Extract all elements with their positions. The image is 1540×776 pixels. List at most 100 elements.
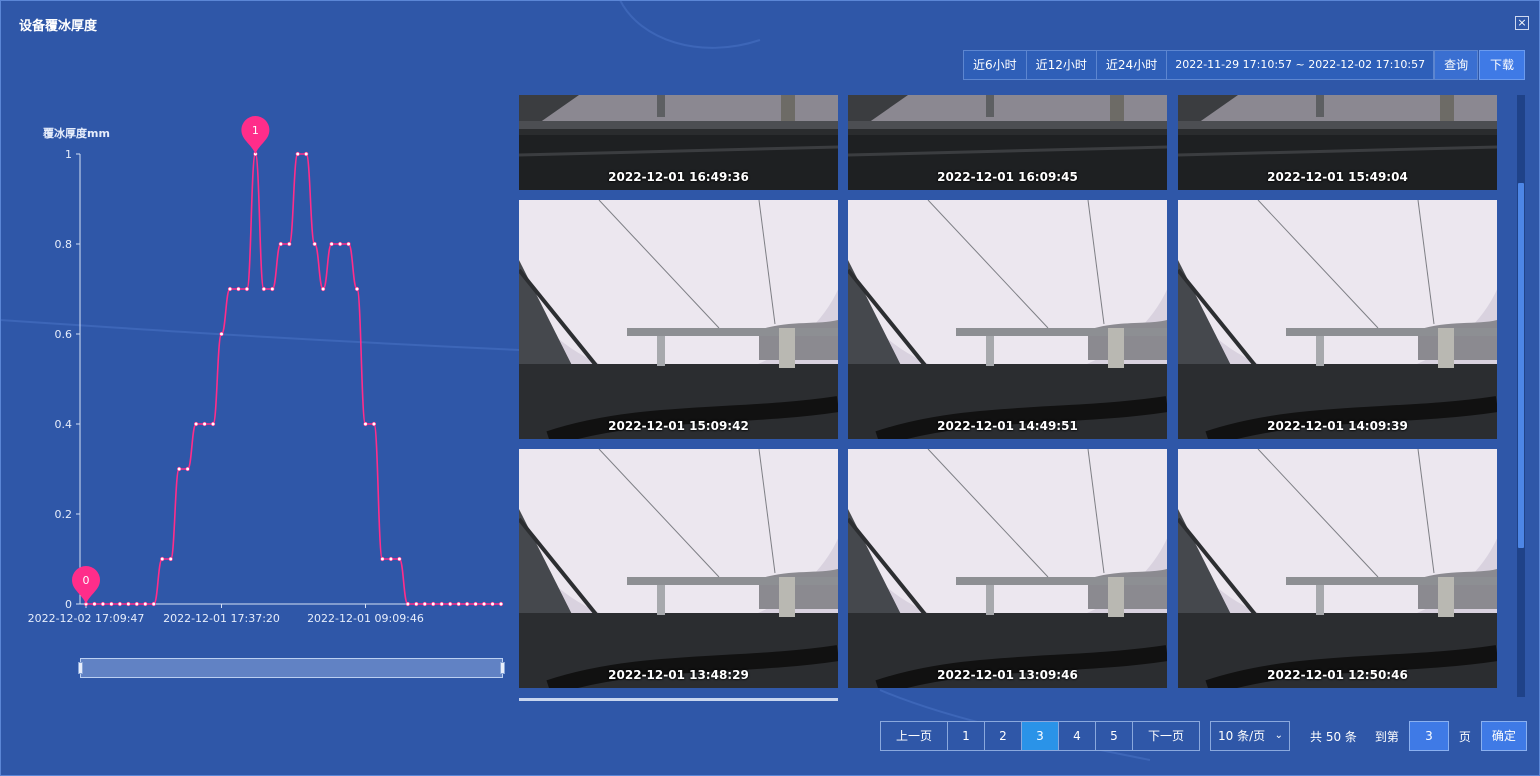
- close-icon[interactable]: ×: [1515, 16, 1529, 30]
- y-tick-label: 0.2: [55, 508, 73, 521]
- camera-image-thumbnail[interactable]: 2022-12-01 16:49:36: [519, 95, 838, 190]
- camera-image-thumbnail[interactable]: 2022-12-01 15:09:42: [519, 200, 838, 439]
- page-size-value: 10 条/页: [1218, 729, 1266, 743]
- range-6h-button[interactable]: 近6小时: [963, 50, 1027, 80]
- gallery-horizontal-scrollbar[interactable]: [519, 698, 838, 701]
- camera-snapshot-image: [848, 449, 1167, 688]
- image-timestamp: 2022-12-01 15:09:42: [608, 419, 749, 433]
- data-point: [456, 601, 461, 607]
- data-point: [151, 601, 156, 607]
- y-tick-label: 0: [65, 598, 72, 611]
- y-tick-label: 0.6: [55, 328, 73, 341]
- data-point: [295, 151, 300, 157]
- data-point: [100, 601, 106, 607]
- camera-image-thumbnail[interactable]: 2022-12-01 13:48:29: [519, 449, 838, 688]
- data-point: [261, 286, 266, 292]
- camera-image-thumbnail[interactable]: 2022-12-01 14:09:39: [1178, 200, 1497, 439]
- gallery-scrollbar-thumb[interactable]: [1518, 183, 1524, 548]
- marker-pin-label: 1: [252, 124, 259, 137]
- confirm-button[interactable]: 确定: [1480, 721, 1527, 751]
- toolbar: 近6小时 近12小时 近24小时 2022-11-29 17:10:57 ~ 2…: [963, 50, 1479, 80]
- page-button-2[interactable]: 2: [984, 721, 1022, 751]
- image-timestamp: 2022-12-01 14:49:51: [937, 419, 1078, 433]
- dialog-title: 设备覆冰厚度: [19, 19, 98, 34]
- data-point: [92, 601, 97, 607]
- download-button[interactable]: 下载: [1479, 50, 1525, 80]
- data-point: [126, 601, 131, 607]
- data-point: [143, 601, 148, 607]
- page-button-5[interactable]: 5: [1095, 721, 1133, 751]
- data-point: [346, 241, 351, 247]
- data-point: [312, 241, 317, 247]
- camera-snapshot-image: [848, 200, 1167, 439]
- data-point: [219, 331, 224, 337]
- data-point: [134, 601, 139, 607]
- camera-image-thumbnail[interactable]: 2022-12-01 15:49:04: [1178, 95, 1497, 190]
- chart-svg: 覆冰厚度mm 0 0.2 0.4 0.6 0.8 1 2022-12-02 17:09:47 2…: [28, 116, 504, 625]
- data-point: [448, 601, 453, 607]
- data-point: [210, 421, 216, 427]
- y-tick-label: 1: [65, 148, 72, 161]
- camera-image-thumbnail[interactable]: 2022-12-01 13:09:46: [848, 449, 1167, 688]
- data-point: [227, 286, 233, 292]
- data-point: [422, 601, 427, 607]
- data-point: [236, 286, 241, 292]
- data-point: [185, 466, 190, 472]
- camera-snapshot-image: [1178, 200, 1497, 439]
- total-count: 共 50 条: [1310, 729, 1357, 744]
- data-point: [465, 601, 470, 607]
- slider-right-handle[interactable]: [500, 662, 505, 674]
- data-point: [160, 556, 165, 562]
- camera-image-thumbnail[interactable]: 2022-12-01 14:49:51: [848, 200, 1167, 439]
- page-button-4[interactable]: 4: [1058, 721, 1096, 751]
- goto-label: 到第: [1374, 729, 1399, 744]
- data-point: [354, 286, 360, 292]
- data-point: [388, 556, 393, 562]
- next-page-button[interactable]: 下一页: [1132, 721, 1200, 751]
- data-point: [329, 241, 334, 247]
- prev-page-button[interactable]: 上一页: [880, 721, 948, 751]
- page-button-3[interactable]: 3: [1021, 721, 1059, 751]
- data-zoom-slider[interactable]: [78, 658, 505, 678]
- data-point: [405, 601, 410, 607]
- camera-image-thumbnail[interactable]: 2022-12-01 16:09:45: [848, 95, 1167, 190]
- query-button[interactable]: 查询: [1434, 50, 1479, 80]
- data-point: [380, 556, 385, 562]
- goto-page-input[interactable]: 3: [1408, 721, 1449, 751]
- data-point: [278, 241, 283, 247]
- image-gallery: 2022-12-01 16:49:36 2022-12-01 16:09:45 …: [519, 95, 1499, 695]
- range-24h-button[interactable]: 近24小时: [1095, 50, 1168, 80]
- data-point: [337, 241, 343, 247]
- data-point: [481, 601, 487, 607]
- image-timestamp: 2022-12-01 14:09:39: [1267, 419, 1408, 433]
- data-point: [431, 601, 436, 607]
- image-timestamp: 2022-12-01 13:09:46: [937, 668, 1078, 682]
- data-point: [439, 601, 444, 607]
- camera-image-thumbnail[interactable]: 2022-12-01 12:50:46: [1178, 449, 1497, 688]
- date-range-picker[interactable]: 2022-11-29 17:10:57 ~ 2022-12-02 17:10:5…: [1166, 50, 1435, 80]
- data-point: [168, 556, 173, 562]
- chevron-down-icon: ⌄: [1274, 730, 1283, 741]
- y-axis-title: 覆冰厚度mm: [43, 126, 110, 140]
- image-timestamp: 2022-12-01 16:09:45: [937, 170, 1078, 184]
- camera-snapshot-image: [519, 449, 838, 688]
- data-point: [414, 601, 419, 607]
- data-point: [287, 241, 292, 247]
- data-point: [270, 286, 275, 292]
- page-button-1[interactable]: 1: [947, 721, 985, 751]
- data-point: [363, 421, 368, 427]
- page-size-select[interactable]: 10 条/页 ⌄: [1210, 721, 1290, 751]
- data-point: [194, 421, 199, 427]
- camera-snapshot-image: [1178, 449, 1497, 688]
- camera-snapshot-image: [519, 200, 838, 439]
- marker-pin-label: 0: [83, 574, 90, 587]
- slider-left-handle[interactable]: [78, 662, 83, 674]
- data-point: [371, 421, 377, 427]
- data-point: [490, 601, 495, 607]
- data-point: [321, 286, 326, 292]
- data-point: [202, 421, 207, 427]
- data-point: [109, 601, 114, 607]
- range-12h-button[interactable]: 近12小时: [1025, 50, 1097, 80]
- x-tick-label: 2022-12-02 17:09:47: [28, 612, 145, 625]
- y-tick-label: 0.4: [55, 418, 73, 431]
